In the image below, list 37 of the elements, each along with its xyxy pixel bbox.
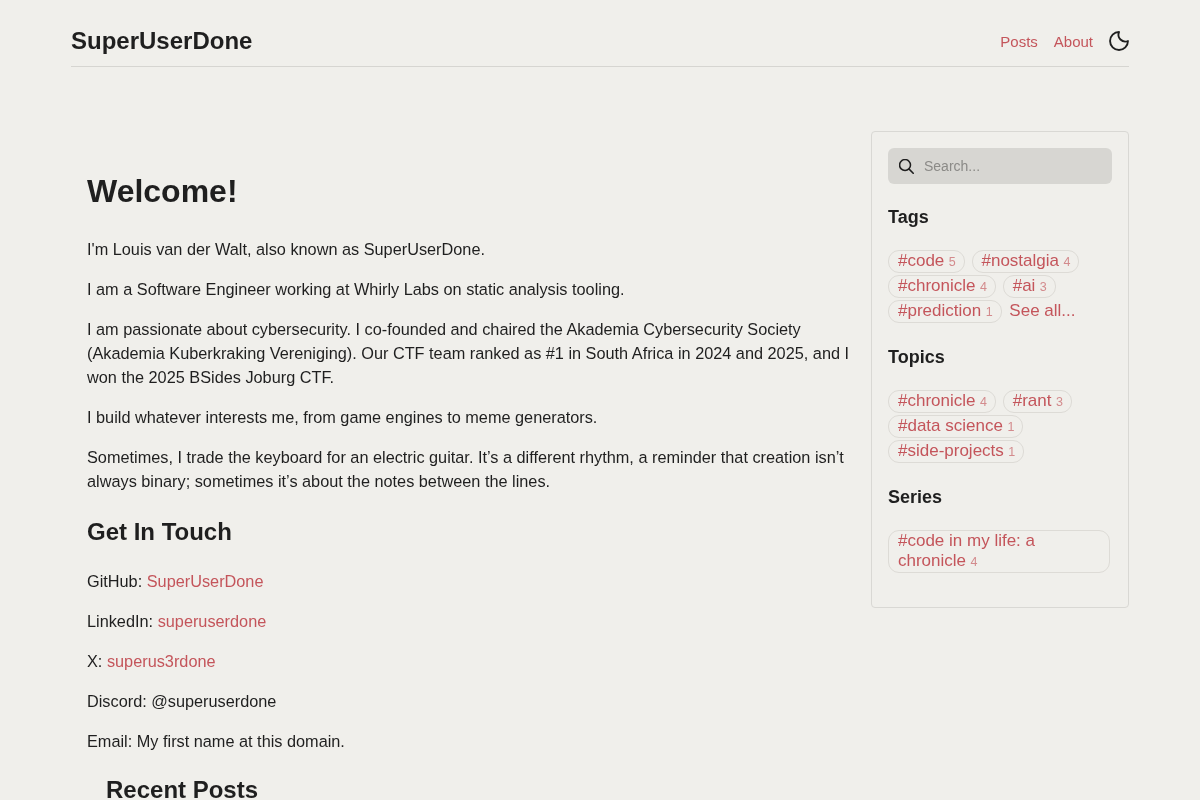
sidebar-heading: Tags (888, 206, 930, 229)
moon-icon (1109, 31, 1129, 51)
contact-line: GitHub: SuperUserDone (87, 571, 265, 592)
tag-chip[interactable]: #side-projects 1 (888, 440, 1025, 463)
nav-link[interactable]: Posts (1000, 32, 1038, 50)
tag-chip[interactable]: #ai 3 (1002, 275, 1056, 298)
tag-chip[interactable]: #code 5 (888, 250, 965, 273)
tag-chip[interactable]: #rant 3 (1002, 390, 1072, 413)
intro-paragraph: I am passionate about cybersecurity. I co-founded and chaired the Akademia Cybersecurity Society (Akademia Kuberkraking Vereniging). Our CTF team ranked as #1 in South Africa in 2024 and 2025, and I won the 2025 BSides Joburg CTF. (87, 319, 851, 388)
section-heading: Get In Touch (87, 517, 233, 547)
tag-chip[interactable]: #data science 1 (888, 415, 1024, 438)
intro-paragraph: I build whatever interests me, from game engines to meme generators. (87, 407, 599, 428)
contact-line: Discord: @superuserdone (87, 691, 278, 712)
tag-chip[interactable]: #chronicle 4 (888, 275, 996, 298)
page-heading: Welcome! (87, 172, 239, 211)
tag-chip[interactable]: #code in my life: a chronicle 4 (888, 530, 1110, 573)
intro-paragraph: I am a Software Engineer working at Whirly Labs on static analysis tooling. (87, 279, 626, 300)
contact-link[interactable]: superuserdone (157, 612, 267, 630)
search-icon (899, 159, 914, 174)
contact-link[interactable]: superus3rdone (106, 652, 216, 670)
see-all-link[interactable]: See all... (1009, 301, 1076, 320)
tag-chip[interactable]: #nostalgia 4 (971, 250, 1080, 273)
theme-toggle-button[interactable] (1109, 31, 1129, 51)
tag-chip[interactable]: #prediction 1 (888, 300, 1002, 323)
sidebar-heading: Topics (888, 346, 946, 369)
search-field[interactable]: Search... (888, 148, 1112, 184)
intro-paragraph: I'm Louis van der Walt, also known as SuperUserDone. (87, 239, 486, 260)
contact-link[interactable]: SuperUserDone (146, 572, 264, 590)
contact-line: Email: My first name at this domain. (87, 731, 346, 752)
section-heading: Recent Posts (106, 775, 260, 800)
contact-line: LinkedIn: superuserdone (87, 611, 268, 632)
site-title[interactable]: SuperUserDone (71, 27, 253, 55)
contact-line: X: superus3rdone (87, 651, 217, 672)
tag-chip[interactable]: #chronicle 4 (888, 390, 996, 413)
nav-link[interactable]: About (1053, 32, 1093, 50)
intro-paragraph: Sometimes, I trade the keyboard for an electric guitar. It’s a different rhythm, a reminder that creation isn’t always binary; sometimes it’s about the notes between the lines. (87, 447, 845, 492)
sidebar-heading: Series (888, 486, 944, 509)
